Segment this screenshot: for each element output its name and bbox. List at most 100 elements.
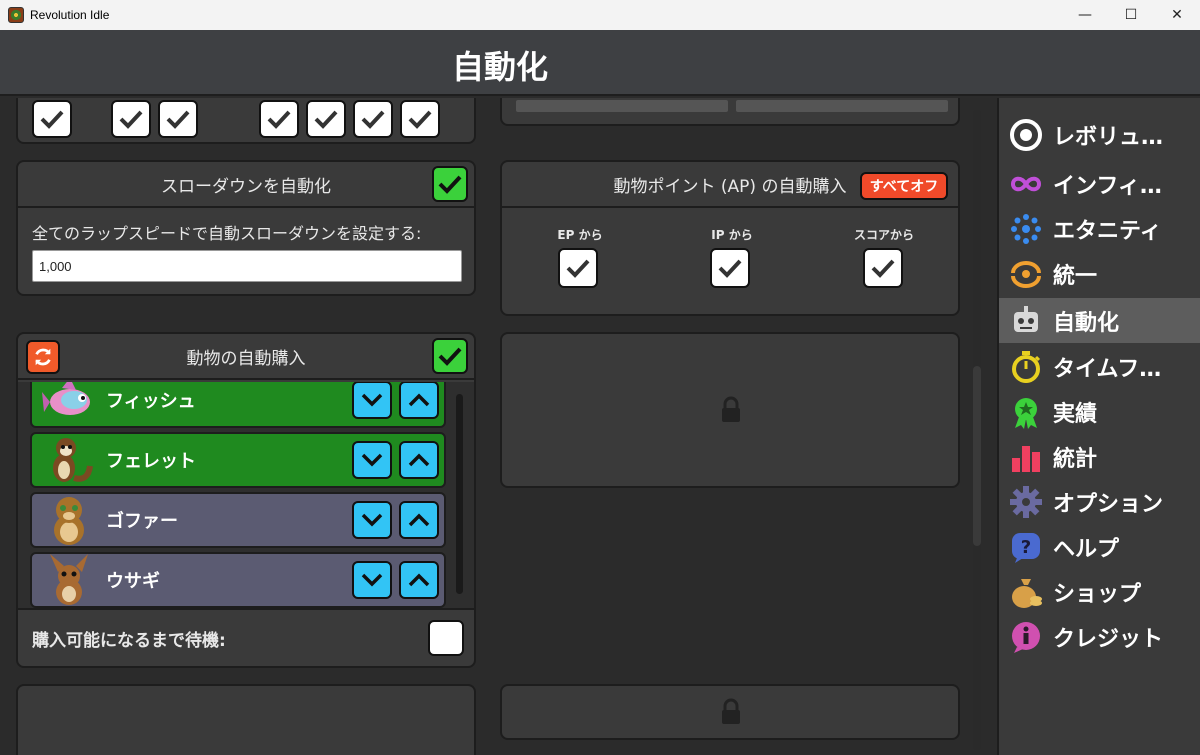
all-off-button[interactable]: すべてオフ	[860, 172, 948, 200]
locked-panel	[500, 684, 960, 740]
sidebar-item-achievements[interactable]: 実績	[999, 389, 1200, 434]
ap-from-ip-checkbox[interactable]	[710, 248, 750, 288]
unity-icon	[1009, 257, 1043, 291]
wait-until-affordable-checkbox[interactable]	[428, 620, 464, 656]
bar-chart-icon	[1009, 440, 1043, 474]
refresh-button[interactable]	[26, 340, 60, 374]
sidebar-label: エタニティ	[1053, 218, 1162, 244]
lock-icon	[722, 698, 740, 724]
chevron-down-icon	[361, 393, 383, 407]
check-icon	[166, 110, 190, 129]
ap-option-label: スコアから	[853, 228, 914, 242]
page-title: 自動化	[452, 48, 549, 86]
priority-up-button[interactable]	[399, 561, 439, 599]
stopwatch-icon	[1009, 350, 1043, 384]
locked-panel	[500, 332, 960, 488]
robot-icon	[1009, 304, 1043, 338]
checkbox[interactable]	[353, 100, 393, 138]
chevron-down-icon	[361, 573, 383, 587]
progress-bar	[736, 100, 948, 112]
sidebar-item-eternity[interactable]: エタニティ	[999, 206, 1200, 251]
animal-list-scrollbar[interactable]	[456, 394, 463, 594]
infinity-icon	[1009, 167, 1043, 201]
priority-up-button[interactable]	[399, 441, 439, 479]
check-icon	[314, 110, 338, 129]
priority-down-button[interactable]	[352, 441, 392, 479]
window-title: Revolution Idle	[30, 8, 110, 22]
info-icon	[1009, 620, 1043, 654]
checkbox[interactable]	[400, 100, 440, 138]
bottom-left-panel	[16, 684, 476, 755]
animal-row-gopher[interactable]: ゴファー	[30, 492, 446, 548]
close-button[interactable]: ✕	[1154, 0, 1200, 30]
gear-icon	[1009, 485, 1043, 519]
ap-autobuy-title: 動物ポイント (AP) の自動購入	[613, 176, 847, 197]
ap-option-label: EP から	[557, 228, 603, 242]
sidebar-item-automation[interactable]: 自動化	[999, 298, 1200, 343]
sidebar-item-revolution[interactable]: レボリュ…	[999, 112, 1200, 157]
priority-up-button[interactable]	[399, 501, 439, 539]
priority-down-button[interactable]	[352, 382, 392, 419]
sidebar-item-help[interactable]: ? ヘルプ	[999, 524, 1200, 569]
medal-icon	[1009, 395, 1043, 429]
animal-autobuy-toggle[interactable]	[432, 338, 468, 374]
sidebar-item-statistics[interactable]: 統計	[999, 434, 1200, 479]
lock-icon	[722, 396, 740, 422]
sidebar-item-credits[interactable]: クレジット	[999, 614, 1200, 659]
sidebar-label: 統計	[1053, 446, 1098, 472]
sidebar-item-options[interactable]: オプション	[999, 479, 1200, 524]
checkbox[interactable]	[158, 100, 198, 138]
sidebar-item-shop[interactable]: ショップ	[999, 569, 1200, 614]
check-icon	[267, 110, 291, 129]
slowdown-speed-input[interactable]	[32, 250, 462, 282]
main-content: スローダウンを自動化 全てのラップスピードで自動スローダウンを設定する: 動物ポ…	[0, 98, 997, 755]
sidebar-item-unity[interactable]: 統一	[999, 251, 1200, 296]
animal-list-scroll-thumb[interactable]	[456, 394, 463, 594]
ap-from-ep-checkbox[interactable]	[558, 248, 598, 288]
priority-up-button[interactable]	[399, 382, 439, 419]
main-scrollbar[interactable]	[973, 110, 981, 750]
ap-from-score-checkbox[interactable]	[863, 248, 903, 288]
wait-until-affordable-label: 購入可能になるまで待機:	[32, 631, 226, 651]
sidebar-item-timeflux[interactable]: タイムフ…	[999, 344, 1200, 389]
maximize-button[interactable]: ☐	[1108, 0, 1154, 30]
priority-down-button[interactable]	[352, 561, 392, 599]
sidebar-label: クレジット	[1053, 626, 1164, 652]
sidebar-label: 統一	[1053, 263, 1098, 289]
slowdown-description: 全てのラップスピードで自動スローダウンを設定する:	[32, 224, 422, 243]
chevron-down-icon	[361, 513, 383, 527]
sidebar-label: 自動化	[1053, 310, 1120, 336]
slowdown-panel-header: スローダウンを自動化	[18, 162, 474, 208]
page-header: 自動化	[0, 30, 1200, 96]
checkbox[interactable]	[111, 100, 151, 138]
animal-name: フィッシュ	[106, 391, 196, 412]
window-titlebar: Revolution Idle — ☐ ✕	[0, 0, 1200, 30]
checkbox[interactable]	[306, 100, 346, 138]
sidebar-label: 実績	[1053, 401, 1098, 427]
fish-icon	[42, 382, 90, 415]
sidebar-item-infinity[interactable]: インフィ…	[999, 161, 1200, 206]
chevron-down-icon	[361, 453, 383, 467]
animal-row-rabbit[interactable]: ウサギ	[30, 552, 446, 608]
animal-row-fish[interactable]: フィッシュ	[30, 382, 446, 428]
ferret-icon	[53, 438, 93, 482]
priority-down-button[interactable]	[352, 501, 392, 539]
check-icon	[408, 110, 432, 129]
check-icon	[438, 175, 462, 194]
check-icon	[871, 259, 895, 278]
checkbox[interactable]	[259, 100, 299, 138]
animal-name: フェレット	[106, 451, 196, 472]
main-scroll-thumb[interactable]	[973, 366, 981, 546]
sidebar-label: レボリュ…	[1053, 124, 1164, 150]
animal-list: フィッシュ フェレット ゴファー ウサギ	[18, 382, 474, 608]
sidebar: レボリュ… インフィ… エタニティ 統一 自動化 タイムフ… 実績 統計 オプシ…	[997, 98, 1200, 755]
sidebar-label: オプション	[1053, 491, 1164, 517]
animal-row-ferret[interactable]: フェレット	[30, 432, 446, 488]
animal-name: ゴファー	[106, 511, 178, 532]
slowdown-toggle[interactable]	[432, 166, 468, 202]
checkbox[interactable]	[32, 100, 72, 138]
revolution-icon	[1009, 118, 1043, 152]
eternity-icon	[1009, 212, 1043, 246]
sidebar-label: ヘルプ	[1053, 536, 1120, 562]
minimize-button[interactable]: —	[1062, 0, 1108, 30]
